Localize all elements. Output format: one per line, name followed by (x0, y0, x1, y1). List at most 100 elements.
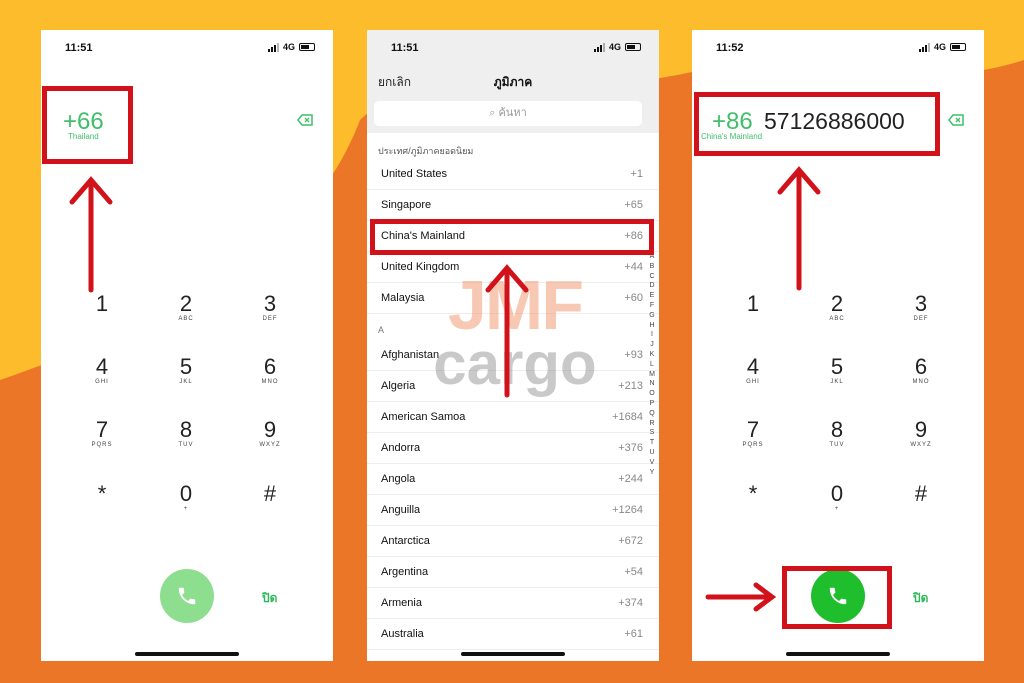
call-button[interactable] (160, 569, 214, 623)
key-2[interactable]: 3 DEF (891, 292, 951, 324)
key-digit: # (914, 481, 928, 506)
key-4[interactable]: 5 JKL (156, 355, 216, 387)
key-7[interactable]: 8 TUV (156, 418, 216, 450)
index-letter[interactable]: N (647, 379, 657, 389)
key-letters: + (183, 506, 189, 512)
key-digit: 2 (179, 291, 193, 316)
index-letter[interactable]: C (647, 272, 657, 282)
phone-region-picker: 11:51 4G ยกเลิก ภูมิภาค ⌕ ค้นหา ประเทศ/ภู… (367, 30, 659, 661)
key-7[interactable]: 8 TUV (807, 418, 867, 450)
country-name: Algeria (381, 380, 416, 392)
key-letters: MNO (912, 379, 930, 385)
key-letters: PQRS (742, 442, 764, 448)
index-letter[interactable]: M (647, 370, 657, 380)
picker-title: ภูมิภาค (493, 75, 533, 89)
index-letter[interactable]: U (647, 448, 657, 458)
key-letters: MNO (261, 379, 279, 385)
list-item[interactable]: Singapore +65 (367, 190, 659, 221)
index-letter[interactable]: H (647, 321, 657, 331)
index-letter[interactable]: B (647, 262, 657, 272)
key-11[interactable]: # (240, 482, 300, 514)
key-digit: 8 (830, 417, 844, 442)
key-5[interactable]: 6 MNO (891, 355, 951, 387)
index-letter[interactable]: K (647, 350, 657, 360)
list-item[interactable]: Andorra +376 (367, 433, 659, 464)
index-letter[interactable]: E (647, 291, 657, 301)
key-digit: 8 (179, 417, 193, 442)
country-name: Australia (381, 628, 424, 640)
key-letters: JKL (830, 379, 844, 385)
list-item[interactable]: Australia +61 (367, 619, 659, 650)
network: 4G (282, 42, 295, 52)
key-digit: * (748, 481, 758, 506)
close-button[interactable]: ปิด (913, 589, 928, 608)
key-0[interactable]: 1 (723, 292, 783, 324)
key-9[interactable]: * (72, 482, 132, 514)
country-name: Andorra (381, 442, 421, 454)
key-letters: WXYZ (259, 442, 281, 448)
key-11[interactable]: # (891, 482, 951, 514)
key-1[interactable]: 2 ABC (807, 292, 867, 324)
key-8[interactable]: 9 WXYZ (891, 418, 951, 450)
key-6[interactable]: 7 PQRS (72, 418, 132, 450)
key-10[interactable]: 0 + (156, 482, 216, 514)
key-digit: 6 (263, 354, 277, 379)
key-digit: 3 (914, 291, 928, 316)
index-letter[interactable]: P (647, 399, 657, 409)
list-item[interactable]: United Kingdom +44 (367, 252, 659, 283)
index-letter[interactable]: V (647, 458, 657, 468)
index-letter[interactable]: Y (647, 468, 657, 478)
list-item[interactable]: Angola +244 (367, 464, 659, 495)
index-letter[interactable]: D (647, 281, 657, 291)
list-item[interactable]: United States +1 (367, 159, 659, 190)
key-digit: 9 (914, 417, 928, 442)
country-name: Angola (381, 473, 416, 485)
key-10[interactable]: 0 + (807, 482, 867, 514)
list-item[interactable]: Armenia +374 (367, 588, 659, 619)
key-letters: DEF (262, 316, 278, 322)
dial-code: +1684 (612, 411, 643, 423)
key-9[interactable]: * (723, 482, 783, 514)
key-3[interactable]: 4 GHI (723, 355, 783, 387)
key-digit: 0 (830, 481, 844, 506)
list-item[interactable]: Antarctica +672 (367, 526, 659, 557)
index-letter[interactable]: I (647, 330, 657, 340)
key-1[interactable]: 2 ABC (156, 292, 216, 324)
backspace-icon[interactable] (948, 114, 964, 126)
search-input[interactable]: ⌕ ค้นหา (374, 101, 642, 126)
index-letter[interactable]: L (647, 360, 657, 370)
key-8[interactable]: 9 WXYZ (240, 418, 300, 450)
key-4[interactable]: 5 JKL (807, 355, 867, 387)
list-item[interactable]: Malaysia +60 (367, 283, 659, 314)
index-letter[interactable]: F (647, 301, 657, 311)
key-6[interactable]: 7 PQRS (723, 418, 783, 450)
backspace-icon[interactable] (297, 114, 313, 126)
list-item[interactable]: American Samoa +1684 (367, 402, 659, 433)
index-letter[interactable]: R (647, 419, 657, 429)
key-digit: 4 (95, 354, 109, 379)
alphabet-index[interactable]: ABCDEFGHIJKLMNOPQRSTUVY (647, 252, 657, 477)
dial-code: +65 (624, 199, 643, 211)
close-button[interactable]: ปิด (262, 589, 277, 608)
index-letter[interactable]: J (647, 340, 657, 350)
list-item[interactable]: Anguilla +1264 (367, 495, 659, 526)
dial-code: +374 (618, 597, 643, 609)
list-item[interactable]: Afghanistan +93 (367, 340, 659, 371)
key-0[interactable]: 1 (72, 292, 132, 324)
index-letter[interactable]: O (647, 389, 657, 399)
key-2[interactable]: 3 DEF (240, 292, 300, 324)
index-letter[interactable]: Q (647, 409, 657, 419)
country-name: Afghanistan (381, 349, 440, 361)
list-item[interactable]: Argentina +54 (367, 557, 659, 588)
dial-code: +1 (630, 168, 643, 180)
index-letter[interactable]: G (647, 311, 657, 321)
country-name: United States (381, 168, 448, 180)
country-name: Anguilla (381, 504, 421, 516)
key-3[interactable]: 4 GHI (72, 355, 132, 387)
index-letter[interactable]: S (647, 428, 657, 438)
index-letter[interactable]: T (647, 438, 657, 448)
list-item[interactable]: Algeria +213 (367, 371, 659, 402)
dial-code: +672 (618, 535, 643, 547)
highlight-box (370, 219, 654, 255)
key-5[interactable]: 6 MNO (240, 355, 300, 387)
